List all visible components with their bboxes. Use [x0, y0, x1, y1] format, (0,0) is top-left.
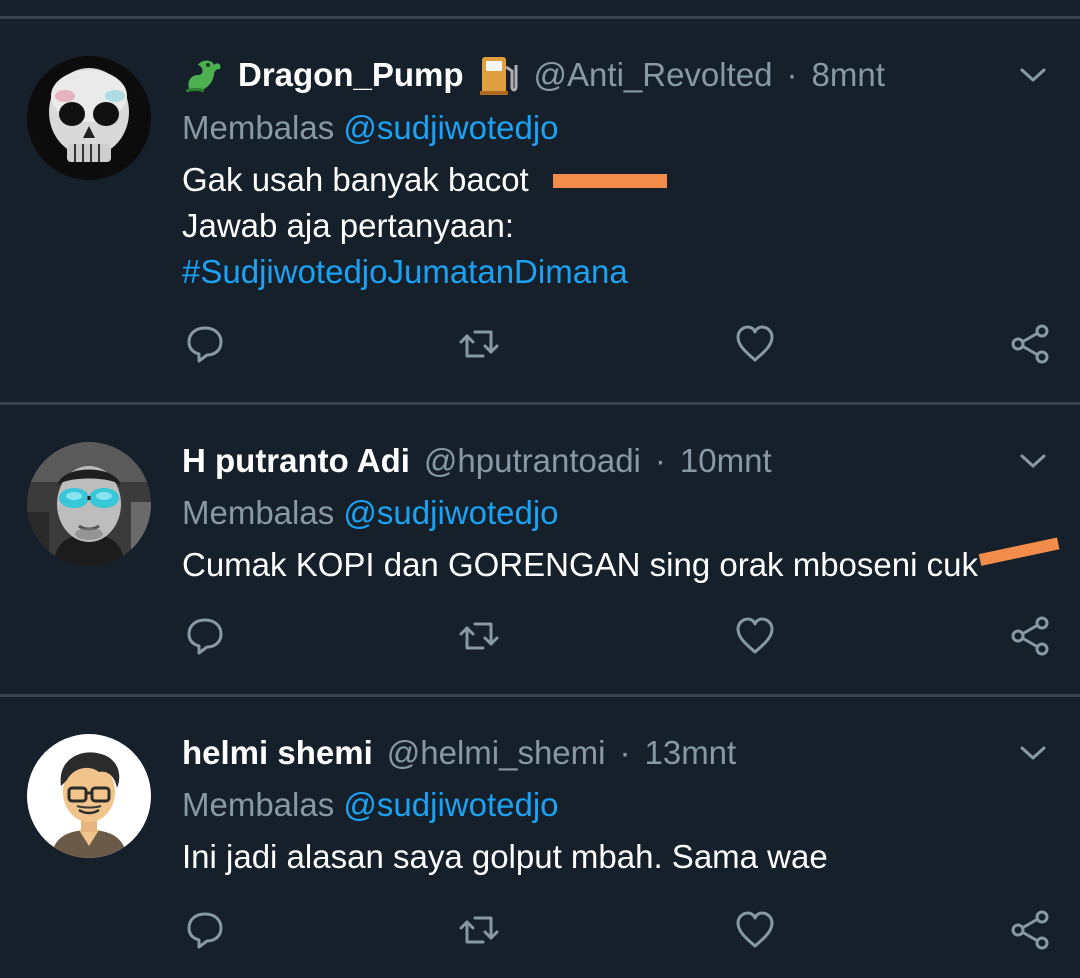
- timestamp[interactable]: 8mnt: [812, 53, 885, 97]
- retweet-icon[interactable]: [457, 908, 501, 952]
- avatar[interactable]: [27, 442, 151, 566]
- avatar[interactable]: [27, 734, 151, 858]
- replying-to: Membalas @sudjiwotedjo: [182, 106, 559, 150]
- chevron-down-icon[interactable]: [1016, 444, 1050, 478]
- share-icon[interactable]: [1008, 614, 1052, 658]
- display-name[interactable]: helmi shemi: [182, 731, 373, 775]
- reply-icon[interactable]: [183, 614, 227, 658]
- retweet-icon[interactable]: [457, 322, 501, 366]
- reply-timeline: Dragon_Pump @Anti_Revolted · 8mnt Membal…: [0, 0, 1080, 978]
- tweet-text-line: Cumak KOPI dan GORENGAN sing orak mbosen…: [182, 546, 978, 583]
- mention-link[interactable]: @sudjiwotedjo: [343, 786, 558, 823]
- replying-to-label: Membalas: [182, 109, 335, 146]
- timestamp[interactable]: 13mnt: [644, 731, 736, 775]
- timestamp[interactable]: 10mnt: [680, 439, 772, 483]
- avatar[interactable]: [27, 56, 151, 180]
- dragon-icon: [182, 55, 226, 95]
- like-icon[interactable]: [733, 614, 777, 658]
- redaction-mark: [553, 174, 667, 188]
- like-icon[interactable]: [733, 322, 777, 366]
- tweet-text-line: Ini jadi alasan saya golput mbah. Sama w…: [182, 838, 828, 875]
- share-icon[interactable]: [1008, 908, 1052, 952]
- chevron-down-icon[interactable]: [1016, 736, 1050, 770]
- display-name[interactable]: H putranto Adi: [182, 439, 410, 483]
- user-handle[interactable]: @hputrantoadi: [424, 439, 641, 483]
- replying-to-label: Membalas: [182, 494, 335, 531]
- tweet-text: Ini jadi alasan saya golput mbah. Sama w…: [182, 834, 828, 880]
- separator-dot: ·: [619, 734, 631, 771]
- share-icon[interactable]: [1008, 322, 1052, 366]
- tweet-3[interactable]: helmi shemi @helmi_shemi · 13mnt Membala…: [0, 697, 1080, 978]
- mention-link[interactable]: @sudjiwotedjo: [343, 109, 558, 146]
- retweet-icon[interactable]: [457, 614, 501, 658]
- tweet-1[interactable]: Dragon_Pump @Anti_Revolted · 8mnt Membal…: [0, 0, 1080, 404]
- replying-to: Membalas @sudjiwotedjo: [182, 491, 559, 535]
- mention-link[interactable]: @sudjiwotedjo: [343, 494, 558, 531]
- tweet-actions: [0, 908, 1080, 952]
- user-handle[interactable]: @helmi_shemi: [387, 731, 606, 775]
- tweet-text: Cumak KOPI dan GORENGAN sing orak mbosen…: [182, 542, 978, 588]
- tweet-header: Dragon_Pump @Anti_Revolted · 8mnt: [182, 53, 1000, 97]
- like-icon[interactable]: [733, 908, 777, 952]
- reply-icon[interactable]: [183, 322, 227, 366]
- tweet-actions: [0, 614, 1080, 658]
- reply-icon[interactable]: [183, 908, 227, 952]
- user-handle[interactable]: @Anti_Revolted: [534, 53, 773, 97]
- replying-to-label: Membalas: [182, 786, 335, 823]
- tweet-header: helmi shemi @helmi_shemi · 13mnt: [182, 731, 1000, 775]
- tweet-2[interactable]: H putranto Adi @hputrantoadi · 10mnt Mem…: [0, 405, 1080, 695]
- display-name[interactable]: Dragon_Pump: [238, 53, 464, 97]
- tweet-text-line: Jawab aja pertanyaan:: [182, 207, 515, 244]
- tweet-actions: [0, 322, 1080, 366]
- redaction-mark: [978, 537, 1060, 566]
- hashtag-link[interactable]: #SudjiwotedjoJumatanDimana: [182, 249, 628, 295]
- chevron-down-icon[interactable]: [1016, 58, 1050, 92]
- replying-to: Membalas @sudjiwotedjo: [182, 783, 559, 827]
- separator-dot: ·: [654, 442, 666, 479]
- tweet-header: H putranto Adi @hputrantoadi · 10mnt: [182, 439, 1000, 483]
- separator-dot: ·: [786, 56, 798, 93]
- fuel-pump-icon: [478, 53, 520, 97]
